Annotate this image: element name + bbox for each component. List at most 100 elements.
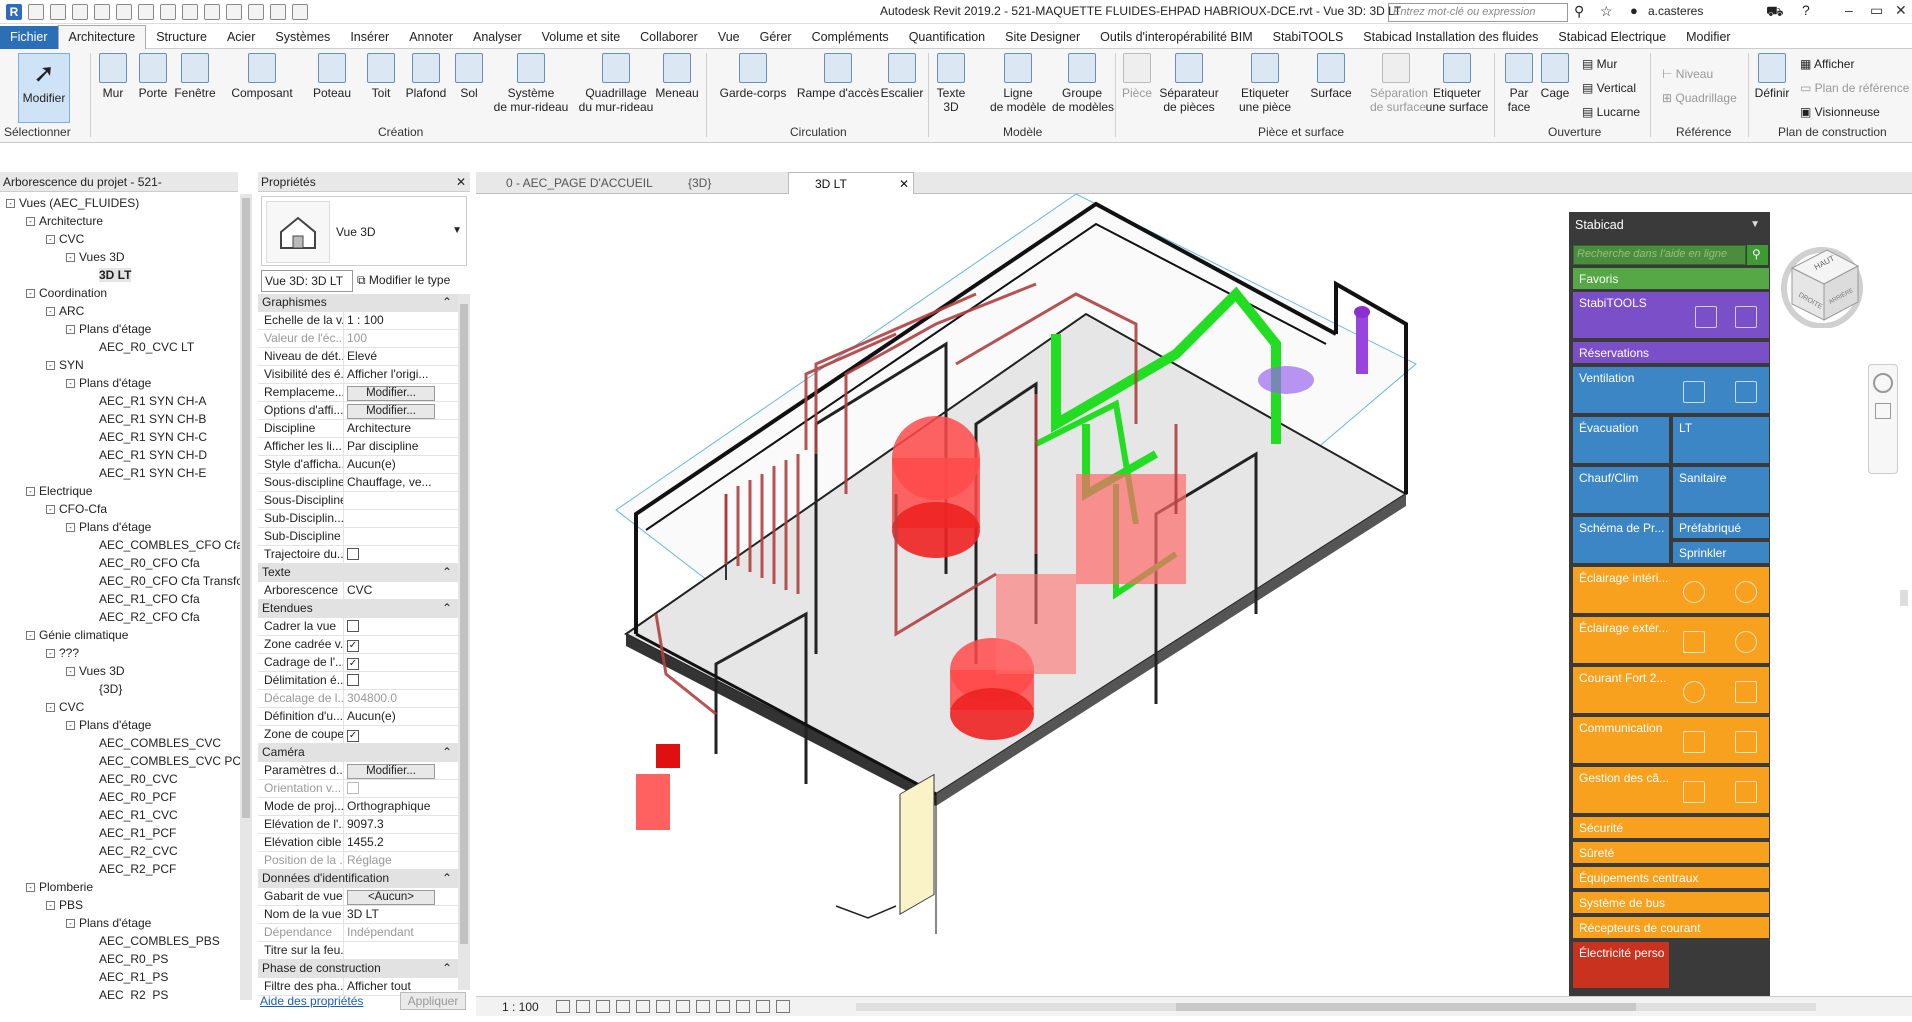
model-button-1[interactable]: Ligne de modèle bbox=[988, 53, 1048, 114]
property-checkbox[interactable] bbox=[347, 548, 359, 560]
tile-communication[interactable]: Communication bbox=[1573, 717, 1769, 763]
highlight-icon[interactable] bbox=[776, 1000, 790, 1013]
tree-node[interactable]: - PBS bbox=[0, 896, 240, 914]
tree-node[interactable]: AEC_R0_CVC LT bbox=[0, 338, 240, 356]
property-row[interactable]: Décalage de l... 304800.0 bbox=[258, 690, 458, 708]
menu-tab-19[interactable]: Modifier bbox=[1676, 26, 1740, 49]
property-row[interactable]: Mode de proj... Orthographique bbox=[258, 798, 458, 816]
tile-schema[interactable]: Schéma de Pr... bbox=[1573, 517, 1669, 563]
level-button[interactable]: ⊢ Niveau bbox=[1662, 67, 1713, 81]
property-row[interactable]: Remplaceme... Modifier... bbox=[258, 384, 458, 402]
opening-small-1[interactable]: ▤ Vertical bbox=[1582, 81, 1636, 95]
property-row[interactable]: Sous-discipline Chauffage, ve... bbox=[258, 474, 458, 492]
collapse-toggle-icon[interactable]: - bbox=[46, 361, 55, 371]
collapse-toggle-icon[interactable]: - bbox=[46, 235, 55, 245]
show-crop-icon[interactable] bbox=[676, 1000, 690, 1013]
property-value[interactable]: CVC bbox=[344, 582, 458, 599]
tree-node[interactable]: - ARC bbox=[0, 302, 240, 320]
scroll-thumb[interactable] bbox=[242, 198, 250, 818]
property-value[interactable]: ✓ bbox=[344, 726, 458, 743]
properties-section[interactable]: Texte ⌃ bbox=[258, 564, 458, 582]
properties-section[interactable]: Données d'identification ⌃ bbox=[258, 870, 458, 888]
close-icon[interactable]: ✕ bbox=[456, 172, 466, 192]
property-value[interactable]: Elevé bbox=[344, 348, 458, 365]
collapse-toggle-icon[interactable]: - bbox=[46, 703, 55, 713]
tree-node[interactable]: AEC_R1 SYN CH-A bbox=[0, 392, 240, 410]
tree-node[interactable]: AEC_R1 SYN CH-C bbox=[0, 428, 240, 446]
sync-icon[interactable] bbox=[72, 3, 88, 20]
collapse-toggle-icon[interactable]: - bbox=[66, 919, 75, 929]
menu-tab-5[interactable]: Insérer bbox=[340, 26, 399, 49]
type-selector[interactable]: Vue 3D ▼ bbox=[261, 196, 467, 266]
horizontal-scrollbar[interactable] bbox=[856, 1003, 1816, 1011]
menu-tab-7[interactable]: Analyser bbox=[463, 26, 532, 49]
tree-node[interactable]: - Coordination bbox=[0, 284, 240, 302]
property-row[interactable]: Zone de coupe ✓ bbox=[258, 726, 458, 744]
properties-section[interactable]: Phase de construction ⌃ bbox=[258, 960, 458, 978]
property-row[interactable]: Cadrer la vue bbox=[258, 618, 458, 636]
menu-tab-8[interactable]: Volume et site bbox=[532, 26, 631, 49]
menu-tab-3[interactable]: Acier bbox=[217, 26, 265, 49]
navigation-bar[interactable] bbox=[1868, 364, 1898, 474]
search-button[interactable]: ⚲ bbox=[1747, 245, 1768, 265]
property-row[interactable]: Paramètres d... Modifier... bbox=[258, 762, 458, 780]
tree-node[interactable]: AEC_R0_PCF bbox=[0, 788, 240, 806]
tile-prefabrique[interactable]: Préfabriqué bbox=[1673, 517, 1769, 538]
tree-node[interactable]: AEC_R2_PCF bbox=[0, 860, 240, 878]
browser-scrollbar[interactable] bbox=[240, 194, 252, 1000]
reveal-hidden-icon[interactable] bbox=[736, 1000, 750, 1013]
tile-sanitaire[interactable]: Sanitaire bbox=[1673, 467, 1769, 513]
save-icon[interactable] bbox=[50, 3, 66, 20]
group-label-rooms[interactable]: Pièce et surface bbox=[1258, 125, 1344, 139]
open-icon[interactable] bbox=[28, 3, 44, 20]
user-name[interactable]: a.casteres bbox=[1648, 4, 1703, 18]
tile-lt[interactable]: LT bbox=[1673, 417, 1769, 463]
creation-button-6[interactable]: Plafond bbox=[404, 53, 448, 100]
tree-node[interactable]: - Architecture bbox=[0, 212, 240, 230]
stabicad-search-input[interactable]: Recherche dans l'aide en ligne bbox=[1573, 245, 1746, 265]
tree-node[interactable]: AEC_R1_PS bbox=[0, 968, 240, 986]
property-edit-button[interactable]: Modifier... bbox=[347, 386, 435, 401]
analysis-icon[interactable] bbox=[756, 1000, 770, 1013]
circulation-button-1[interactable]: Rampe d'accès bbox=[796, 53, 880, 100]
property-value[interactable] bbox=[344, 672, 458, 689]
property-row[interactable]: Sub-Disciplin... bbox=[258, 510, 458, 528]
help-icon[interactable]: ? bbox=[1802, 2, 1810, 18]
tile-eclairage-exterieur[interactable]: Éclairage extér... bbox=[1573, 617, 1769, 663]
collapse-icon[interactable]: ⌃ bbox=[442, 564, 452, 581]
property-row[interactable]: Gabarit de vue <Aucun> bbox=[258, 888, 458, 906]
tree-node[interactable]: - Plomberie bbox=[0, 878, 240, 896]
collapse-toggle-icon[interactable]: - bbox=[66, 667, 75, 677]
tile-equipements-centraux[interactable]: Équipements centraux bbox=[1573, 867, 1769, 888]
menu-tab-1[interactable]: Architecture bbox=[57, 25, 147, 49]
tile-courant-fort[interactable]: Courant Fort 2... bbox=[1573, 667, 1769, 713]
close-hidden-icon[interactable] bbox=[270, 3, 286, 20]
tree-node[interactable]: AEC_R1_CFO Cfa bbox=[0, 590, 240, 608]
undo-icon[interactable] bbox=[94, 3, 110, 20]
property-value[interactable]: 3D LT bbox=[344, 906, 458, 923]
tile-stabitools[interactable]: StabiTOOLS bbox=[1573, 292, 1769, 338]
collapse-icon[interactable]: ⌃ bbox=[442, 870, 452, 887]
viewport-scroll-thumb[interactable] bbox=[1900, 590, 1908, 606]
property-row[interactable]: Elévation de l'... 9097.3 bbox=[258, 816, 458, 834]
room-button-0[interactable]: Pièce bbox=[1122, 53, 1152, 100]
menu-tab-9[interactable]: Collaborer bbox=[630, 26, 708, 49]
grid-button[interactable]: ⊞ Quadrillage bbox=[1662, 91, 1737, 105]
collapse-toggle-icon[interactable]: - bbox=[66, 325, 75, 335]
tree-node[interactable]: AEC_R1_PCF bbox=[0, 824, 240, 842]
menu-tab-14[interactable]: Site Designer bbox=[995, 26, 1090, 49]
model-button-0[interactable]: Texte 3D bbox=[934, 53, 968, 114]
property-checkbox[interactable]: ✓ bbox=[347, 730, 359, 742]
property-row[interactable]: Afficher les li... Par discipline bbox=[258, 438, 458, 456]
shadows-icon[interactable] bbox=[616, 1000, 630, 1013]
menu-tab-11[interactable]: Gérer bbox=[750, 26, 802, 49]
creation-button-8[interactable]: Système de mur-rideau bbox=[490, 53, 572, 114]
revit-logo-icon[interactable]: R bbox=[6, 3, 22, 20]
switch-windows-icon[interactable] bbox=[292, 3, 308, 20]
opening-small-0[interactable]: ▤ Mur bbox=[1582, 57, 1617, 71]
menu-tab-16[interactable]: StabiTOOLS bbox=[1263, 26, 1354, 49]
property-value[interactable]: 100 bbox=[344, 330, 458, 347]
creation-button-9[interactable]: Quadrillage du mur-rideau bbox=[576, 53, 656, 114]
collapse-icon[interactable]: ⌃ bbox=[442, 294, 452, 311]
collapse-toggle-icon[interactable]: - bbox=[66, 253, 75, 263]
